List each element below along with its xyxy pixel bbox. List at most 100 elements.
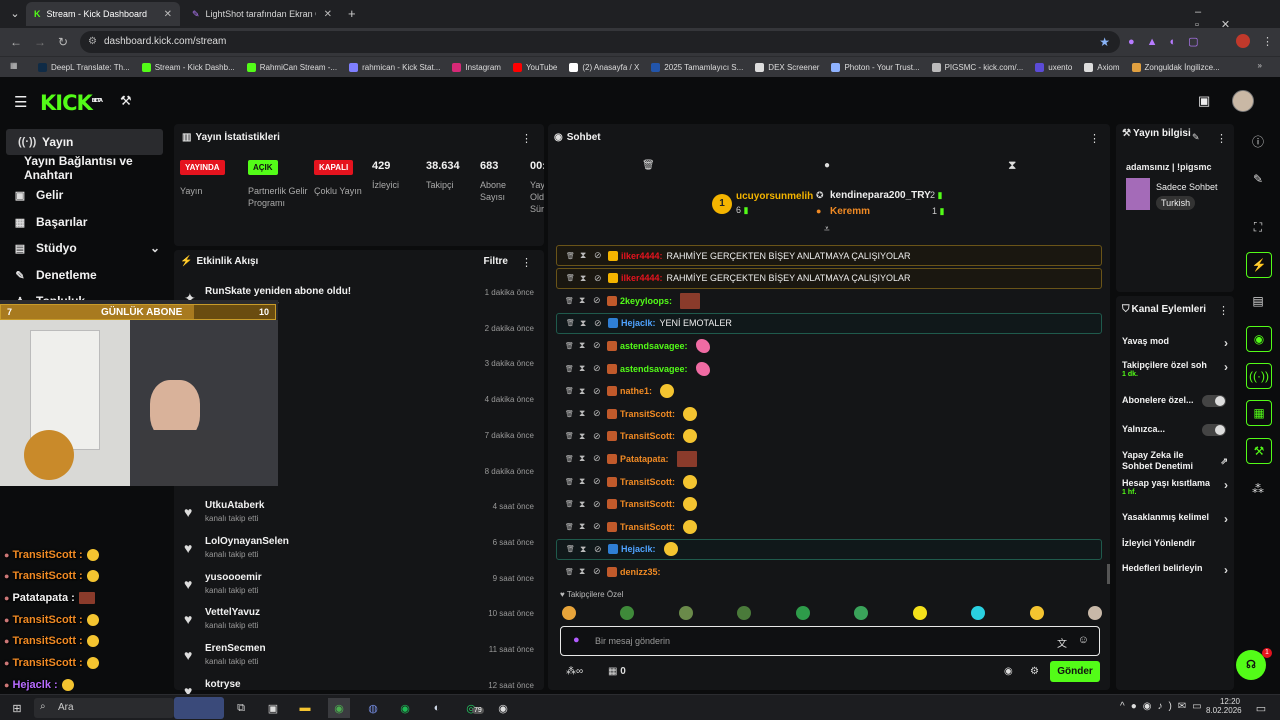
bookmark-item[interactable]: Instagram (452, 62, 501, 72)
chat-mode-icon[interactable]: ● (824, 160, 830, 171)
tab-search-icon[interactable]: ⌄ (4, 3, 26, 23)
bookmark-item[interactable]: YouTube (512, 62, 557, 72)
channel-action-item[interactable]: Hedefleri belirleyin › (1122, 563, 1228, 577)
chevron-right-icon[interactable]: › (1224, 478, 1228, 492)
channel-actions-menu-icon[interactable]: ⋮ (1218, 304, 1229, 317)
user-avatar[interactable] (1232, 90, 1254, 112)
chevron-right-icon[interactable]: › (1224, 512, 1228, 526)
channel-action-item[interactable]: Yasaklanmış kelimel › (1122, 512, 1228, 526)
chat-username[interactable]: TransitScott: (620, 477, 675, 487)
channel-action-item[interactable]: Yapay Zeka ile Sohbet Denetimi ⇗ (1122, 450, 1228, 474)
chat-input[interactable]: ● Bir mesaj gönderin 文 ☺ (560, 626, 1100, 656)
bookmark-item[interactable]: DEX Screener (755, 62, 819, 72)
leader-1-name[interactable]: ucuyorsunmelih (736, 191, 813, 202)
chat-username[interactable]: Hejaclk: (621, 318, 656, 328)
ban-icon[interactable]: ⊘ (594, 273, 602, 284)
chat-message[interactable]: 🗑 ⧗ ⊘ Hejaclk: (556, 538, 1102, 560)
delete-message-icon[interactable]: 🗑 (566, 319, 575, 327)
chat-settings-icon[interactable]: ⚙ (1030, 666, 1039, 677)
chevron-right-icon[interactable]: › (1224, 360, 1228, 374)
tab-lightshot[interactable]: ✎ LightShot tarafından Ekran Gör ✕ (184, 2, 340, 26)
chat-username[interactable]: TransitScott: (620, 409, 675, 419)
discord-icon[interactable]: ◍ (362, 698, 384, 718)
reload-icon[interactable]: ↻ (58, 35, 68, 49)
new-tab-icon[interactable]: + (348, 6, 356, 21)
chat-username[interactable]: 2keyyloops: (620, 296, 672, 306)
timeout-icon[interactable]: ⧗ (579, 431, 585, 442)
mic-icon[interactable]: ● (573, 634, 580, 646)
filter-button[interactable]: Filtre (484, 256, 508, 267)
chat-username[interactable]: ilker4444: (621, 251, 663, 261)
ban-icon[interactable]: ⊘ (593, 340, 601, 351)
chat-message[interactable]: 🗑 ⧗ ⊘ TransitScott: (556, 426, 1102, 447)
stream-info-menu-icon[interactable]: ⋮ (1216, 132, 1227, 145)
activity-item[interactable]: ♥ VettelYavuz kanalı takip etti 10 saat önc… (180, 605, 540, 641)
activity-item[interactable]: ♥ LolOynayanSelen kanalı takip etti 6 saat … (180, 534, 540, 570)
ban-icon[interactable]: ⊘ (593, 566, 601, 577)
delete-message-icon[interactable]: 🗑 (565, 365, 574, 373)
chat-message[interactable]: 🗑 ⧗ ⊘ 2keyyloops: (556, 290, 1102, 311)
chevron-right-icon[interactable]: › (1224, 563, 1228, 577)
send-button[interactable]: Gönder (1050, 661, 1100, 682)
close-tab-icon[interactable]: ✕ (324, 9, 332, 20)
spotify-icon[interactable]: ◉ (394, 698, 416, 718)
chat-username[interactable]: TransitScott: (620, 431, 675, 441)
emote-icon[interactable] (795, 606, 810, 620)
file-explorer-icon[interactable]: ▬ (294, 698, 316, 718)
forward-icon[interactable]: → (34, 35, 46, 49)
chevron-right-icon[interactable]: › (1224, 336, 1228, 350)
apps-grid-icon[interactable]: ▦ (10, 61, 18, 70)
translate-icon[interactable]: 文 (1057, 635, 1067, 650)
activity-menu-icon[interactable]: ⋮ (521, 256, 532, 269)
chat-username[interactable]: denizz35: (620, 567, 661, 577)
app-icon[interactable]: ▣ (262, 698, 284, 718)
toggle-switch[interactable] (1202, 424, 1226, 436)
delete-message-icon[interactable]: 🗑 (565, 523, 574, 531)
bookmarks-overflow-icon[interactable]: » (1258, 61, 1262, 70)
timeout-icon[interactable]: ⧗ (579, 499, 585, 510)
toggle-switch[interactable] (1202, 395, 1226, 407)
timeout-icon[interactable]: ⧗ (579, 363, 585, 374)
timeout-icon[interactable]: ⧗ (579, 340, 585, 351)
emote-icon[interactable] (620, 606, 635, 620)
infinite-loop-icon[interactable]: ⁂∞ (566, 666, 583, 677)
emote-icon[interactable] (1087, 606, 1102, 620)
chat-username[interactable]: ilker4444: (621, 273, 663, 283)
channel-action-item[interactable]: İzleyici Yönlendir (1122, 538, 1228, 552)
emote-icon[interactable] (678, 606, 693, 620)
nav-item[interactable]: Yayın Bağlantısı ve Anahtarı (0, 154, 172, 182)
channel-action-item[interactable]: Yavaş mod › (1122, 336, 1228, 350)
delete-message-icon[interactable]: 🗑 (565, 455, 574, 463)
ban-icon[interactable]: ⊘ (593, 295, 601, 306)
bookmark-item[interactable]: DeepL Translate: Th... (38, 62, 130, 72)
ban-icon[interactable]: ⊘ (594, 544, 602, 555)
close-tab-icon[interactable]: ✕ (164, 9, 172, 20)
timeout-icon[interactable]: ⧗ (579, 386, 585, 397)
bookmark-item[interactable]: Axiom (1084, 62, 1120, 72)
timeout-icon[interactable]: ⧗ (580, 544, 586, 555)
channel-action-item[interactable]: Yalnızca... (1122, 424, 1228, 438)
chat-message[interactable]: 🗑 ⧗ ⊘ TransitScott: (556, 403, 1102, 424)
menu-dots-icon[interactable]: ⋮ (1262, 35, 1273, 48)
back-icon[interactable]: ← (10, 35, 22, 49)
nav-item[interactable]: ▦ Başarılar (0, 209, 172, 235)
chevron-down-icon[interactable]: ⌄ (150, 241, 160, 255)
chat-message[interactable]: 🗑 ⧗ ⊘ TransitScott: (556, 471, 1102, 492)
leader-3-name[interactable]: Keremm (830, 206, 870, 217)
chat-rail-icon[interactable]: ◉ (1246, 326, 1272, 352)
trash-icon[interactable]: 🗑 (642, 160, 655, 171)
chat-message[interactable]: 🗑 ⧗ ⊘ Patatapata: (556, 448, 1102, 469)
ban-icon[interactable]: ⊘ (594, 318, 602, 329)
timeout-icon[interactable]: ⧗ (579, 408, 585, 419)
timeout-icon[interactable]: ⧗ (580, 250, 586, 261)
chat-menu-icon[interactable]: ⋮ (1089, 132, 1100, 145)
tab-kick-dashboard[interactable]: K Stream - Kick Dashboard ✕ (26, 2, 180, 26)
delete-message-icon[interactable]: 🗑 (566, 274, 575, 282)
ban-icon[interactable]: ⊘ (593, 408, 601, 419)
profile-avatar-icon[interactable] (1236, 34, 1250, 48)
timeout-icon[interactable]: ⧗ (579, 521, 585, 532)
ban-icon[interactable]: ⊘ (593, 363, 601, 374)
timeout-icon[interactable]: ⧗ (579, 476, 585, 487)
chat-message[interactable]: 🗑 ⧗ ⊘ Hejaclk: YENİ EMOTALER (556, 312, 1102, 334)
timeout-icon[interactable]: ⧗ (579, 295, 585, 306)
